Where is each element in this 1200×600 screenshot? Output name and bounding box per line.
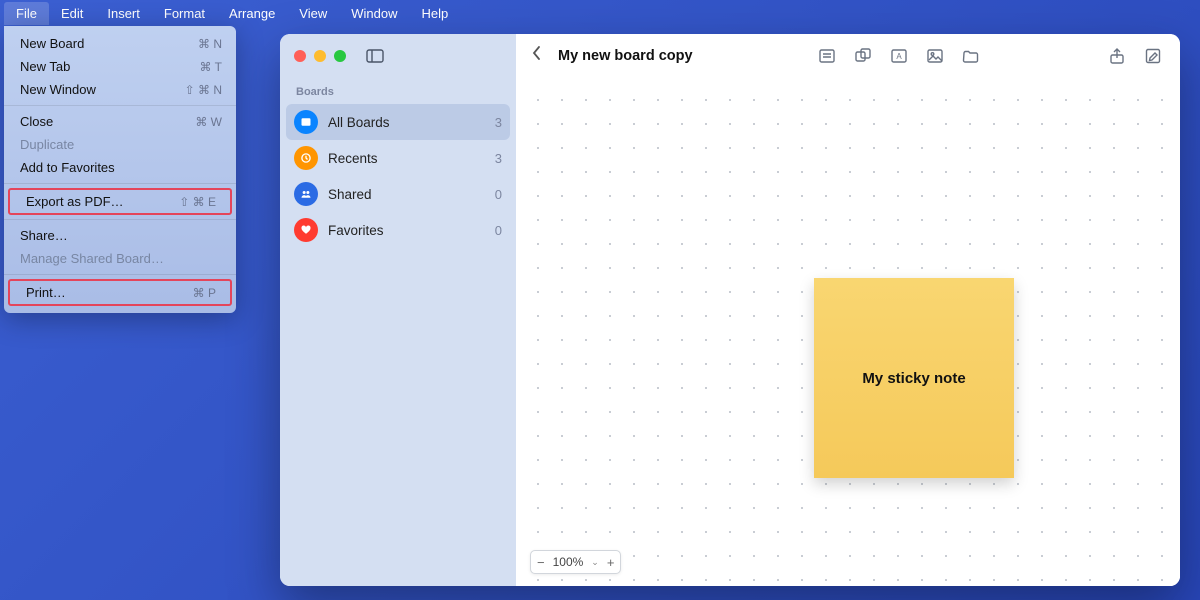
menu-window[interactable]: Window xyxy=(339,2,409,25)
svg-text:A: A xyxy=(897,52,903,61)
zoom-chevron-icon[interactable]: ⌄ xyxy=(591,557,599,568)
menu-view[interactable]: View xyxy=(287,2,339,25)
menu-file[interactable]: File xyxy=(4,2,49,25)
insert-tools: A xyxy=(816,45,982,67)
shape-tool-icon[interactable] xyxy=(852,45,874,67)
clock-icon xyxy=(294,146,318,170)
zoom-window-icon[interactable] xyxy=(334,50,346,62)
image-tool-icon[interactable] xyxy=(924,45,946,67)
note-tool-icon[interactable] xyxy=(816,45,838,67)
sidebar-toggle-icon[interactable] xyxy=(362,46,388,66)
sidebar-item-label: Favorites xyxy=(328,223,485,238)
main-area: My new board copy A My sticky note − xyxy=(516,34,1180,586)
sidebar-item-all-boards[interactable]: All Boards 3 xyxy=(286,104,510,140)
sidebar-item-count: 0 xyxy=(495,187,502,202)
sidebar-item-shared[interactable]: Shared 0 xyxy=(280,176,516,212)
sticky-note-text: My sticky note xyxy=(862,370,965,387)
zoom-in-icon[interactable]: + xyxy=(607,555,615,570)
menu-arrange[interactable]: Arrange xyxy=(217,2,287,25)
sidebar-item-label: Recents xyxy=(328,151,485,166)
sidebar-item-count: 0 xyxy=(495,223,502,238)
board-icon xyxy=(294,110,318,134)
file-menu-dropdown: New Board⌘ NNew Tab⌘ TNew Window⇧ ⌘ N Clo… xyxy=(4,26,236,313)
menu-edit[interactable]: Edit xyxy=(49,2,95,25)
heart-icon xyxy=(294,218,318,242)
menu-item-new-window[interactable]: New Window⇧ ⌘ N xyxy=(4,78,236,101)
toolbar: My new board copy A xyxy=(516,34,1180,78)
menu-item-close[interactable]: Close⌘ W xyxy=(4,110,236,133)
menu-item-new-board[interactable]: New Board⌘ N xyxy=(4,32,236,55)
menu-item-share[interactable]: Share… xyxy=(4,224,236,247)
file-tool-icon[interactable] xyxy=(960,45,982,67)
back-button[interactable] xyxy=(532,45,542,66)
menu-item-export-as-pdf[interactable]: Export as PDF…⇧ ⌘ E xyxy=(10,190,230,213)
close-window-icon[interactable] xyxy=(294,50,306,62)
sticky-note[interactable]: My sticky note xyxy=(814,278,1014,478)
minimize-window-icon[interactable] xyxy=(314,50,326,62)
menubar: File Edit Insert Format Arrange View Win… xyxy=(0,0,1200,26)
zoom-out-icon[interactable]: − xyxy=(537,555,545,570)
menu-item-add-to-favorites[interactable]: Add to Favorites xyxy=(4,156,236,179)
sidebar: Boards All Boards3Recents3Shared0Favorit… xyxy=(280,34,516,586)
zoom-level[interactable]: 100% xyxy=(553,555,584,569)
app-window: Boards All Boards3Recents3Shared0Favorit… xyxy=(280,34,1180,586)
menu-item-print[interactable]: Print…⌘ P xyxy=(10,281,230,304)
sidebar-item-count: 3 xyxy=(495,115,502,130)
menu-insert[interactable]: Insert xyxy=(95,2,152,25)
people-icon xyxy=(294,182,318,206)
sidebar-item-label: Shared xyxy=(328,187,485,202)
board-canvas[interactable]: My sticky note − 100% ⌄ + xyxy=(516,78,1180,586)
menu-format[interactable]: Format xyxy=(152,2,217,25)
zoom-control[interactable]: − 100% ⌄ + xyxy=(530,550,621,574)
sidebar-header: Boards xyxy=(280,78,516,104)
sidebar-item-label: All Boards xyxy=(328,115,485,130)
menu-item-manage-shared-board: Manage Shared Board… xyxy=(4,247,236,270)
traffic-lights xyxy=(294,50,346,62)
sidebar-item-recents[interactable]: Recents 3 xyxy=(280,140,516,176)
menu-item-new-tab[interactable]: New Tab⌘ T xyxy=(4,55,236,78)
edit-icon[interactable] xyxy=(1142,45,1164,67)
menu-help[interactable]: Help xyxy=(410,2,461,25)
share-icon[interactable] xyxy=(1106,45,1128,67)
board-title: My new board copy xyxy=(558,48,693,64)
window-titlebar xyxy=(280,34,516,78)
sidebar-item-favorites[interactable]: Favorites 0 xyxy=(280,212,516,248)
menu-item-duplicate: Duplicate xyxy=(4,133,236,156)
sidebar-item-count: 3 xyxy=(495,151,502,166)
action-tools xyxy=(1106,45,1164,67)
text-tool-icon[interactable]: A xyxy=(888,45,910,67)
